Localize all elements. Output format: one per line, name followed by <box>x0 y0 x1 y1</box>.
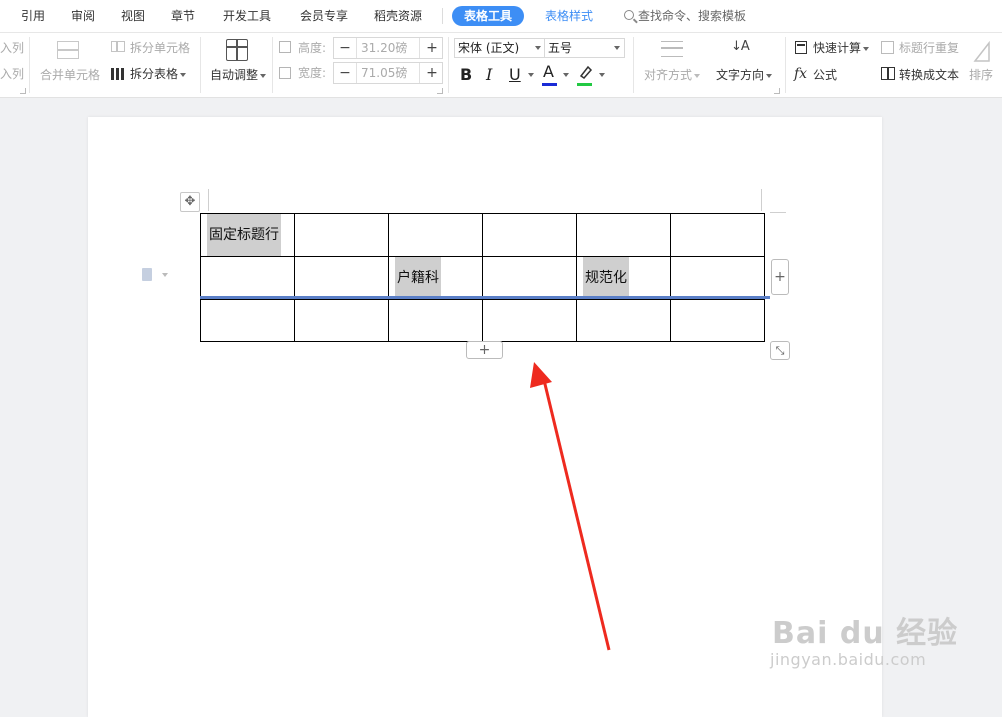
baidu-watermark: Bai du 经验 <box>772 616 959 651</box>
arrow-shaft <box>542 379 611 651</box>
baidu-watermark-url: jingyan.baidu.com <box>770 650 927 669</box>
arrow-head <box>530 362 552 388</box>
annotation-arrow <box>530 362 611 651</box>
